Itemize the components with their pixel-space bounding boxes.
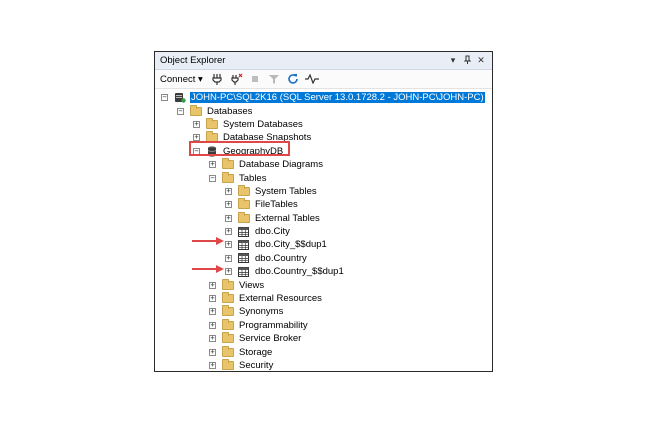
connect-icon[interactable] (209, 72, 225, 86)
folder-icon (221, 171, 234, 184)
refresh-icon[interactable] (285, 72, 301, 86)
expand-toggle[interactable]: + (225, 214, 232, 222)
synonyms-label: Synonyms (239, 306, 284, 318)
collapse-toggle[interactable]: − (161, 94, 168, 102)
folder-icon (221, 292, 234, 304)
dbo-city-dup-label: dbo.City_$$dup1 (255, 239, 327, 251)
geographydb-highlight-box (189, 141, 290, 156)
dbo-country-dup-label: dbo.Country_$$dup1 (255, 266, 344, 278)
table-icon (237, 266, 250, 277)
title-bar: Object Explorer ▾ ✕ (155, 52, 492, 70)
disconnect-icon[interactable] (228, 72, 244, 86)
expand-toggle[interactable]: + (225, 187, 232, 195)
auto-hide-pin-icon[interactable] (461, 55, 473, 67)
filetables-label: FileTables (255, 199, 298, 211)
tree-node-external-resources[interactable]: + External Resources (155, 292, 492, 305)
tree-node-service-broker[interactable]: + Service Broker (155, 332, 492, 345)
tree-node-databases[interactable]: − Databases (155, 104, 492, 117)
activity-monitor-icon[interactable] (304, 72, 320, 86)
folder-icon (237, 198, 250, 210)
expand-toggle[interactable]: + (209, 308, 216, 316)
arrow-icon (192, 237, 224, 245)
filter-icon[interactable] (266, 72, 282, 86)
dbo-country-label: dbo.Country (255, 252, 307, 264)
tree-node-views[interactable]: + Views (155, 278, 492, 291)
folder-icon (221, 305, 234, 317)
expand-toggle[interactable]: + (209, 281, 216, 289)
tree-node-tables[interactable]: − Tables (155, 171, 492, 184)
connect-dropdown-button[interactable]: Connect ▾ (160, 74, 203, 85)
server-label: JOHN-PC\SQL2K16 (SQL Server 13.0.1728.2 … (189, 91, 486, 105)
toolbar: Connect ▾ (155, 70, 492, 89)
system-tables-label: System Tables (255, 185, 317, 197)
folder-icon (237, 211, 250, 224)
collapse-toggle[interactable]: − (209, 174, 216, 182)
folder-icon (205, 117, 218, 130)
folder-icon (237, 184, 250, 197)
expand-toggle[interactable]: + (225, 201, 232, 209)
expand-toggle[interactable]: + (209, 295, 216, 303)
views-label: Views (239, 279, 265, 291)
folder-icon (189, 104, 202, 117)
tree-node-storage[interactable]: + Storage (155, 345, 492, 358)
storage-label: Storage (239, 346, 273, 358)
expand-toggle[interactable]: + (225, 268, 232, 276)
tree-node-system-databases[interactable]: + System Databases (155, 117, 492, 131)
arrow-icon (192, 265, 224, 273)
tree-node-security[interactable]: + Security (155, 359, 492, 371)
expand-toggle[interactable]: + (193, 120, 200, 128)
panel-title: Object Explorer (160, 55, 226, 66)
folder-icon (221, 359, 234, 371)
system-databases-label: System Databases (223, 118, 303, 130)
tree-node-server[interactable]: − JOHN-PC\SQL2K16 (SQL Server 13.0.1728.… (155, 91, 492, 105)
tables-label: Tables (239, 172, 267, 184)
folder-icon (221, 332, 234, 344)
expand-toggle[interactable]: + (225, 254, 232, 262)
tree-node-programmability[interactable]: + Programmability (155, 318, 492, 332)
expand-toggle[interactable]: + (225, 228, 232, 236)
folder-icon (221, 158, 234, 170)
tree-node-external-tables[interactable]: + External Tables (155, 211, 492, 225)
service-broker-label: Service Broker (239, 333, 302, 345)
programmability-label: Programmability (239, 319, 308, 331)
external-resources-label: External Resources (239, 293, 322, 305)
table-icon (237, 253, 250, 264)
tree-node-filetables[interactable]: + FileTables (155, 198, 492, 211)
close-icon[interactable]: ✕ (475, 55, 487, 66)
object-tree: − JOHN-PC\SQL2K16 (SQL Server 13.0.1728.… (155, 89, 492, 371)
tree-node-system-tables[interactable]: + System Tables (155, 184, 492, 198)
table-icon (237, 226, 250, 237)
expand-toggle[interactable]: + (209, 348, 216, 356)
expand-toggle[interactable]: + (225, 241, 232, 249)
expand-toggle[interactable]: + (209, 362, 216, 369)
table-icon (237, 239, 250, 250)
stop-icon[interactable] (247, 72, 263, 86)
tree-node-synonyms[interactable]: + Synonyms (155, 305, 492, 318)
folder-icon (221, 318, 234, 331)
expand-toggle[interactable]: + (209, 321, 216, 329)
window-position-icon[interactable]: ▾ (447, 55, 459, 66)
server-icon (173, 92, 186, 103)
folder-icon (221, 278, 234, 291)
security-label: Security (239, 360, 274, 371)
external-tables-label: External Tables (255, 212, 320, 224)
expand-toggle[interactable]: + (209, 161, 216, 169)
databases-label: Databases (207, 105, 253, 117)
collapse-toggle[interactable]: − (177, 107, 184, 115)
tree-node-database-diagrams[interactable]: + Database Diagrams (155, 158, 492, 171)
database-diagrams-label: Database Diagrams (239, 159, 323, 171)
dbo-city-label: dbo.City (255, 226, 290, 238)
expand-toggle[interactable]: + (209, 335, 216, 343)
object-explorer-panel: Object Explorer ▾ ✕ Connect ▾ − JOHN-PC\… (154, 51, 493, 372)
folder-icon (221, 345, 234, 358)
